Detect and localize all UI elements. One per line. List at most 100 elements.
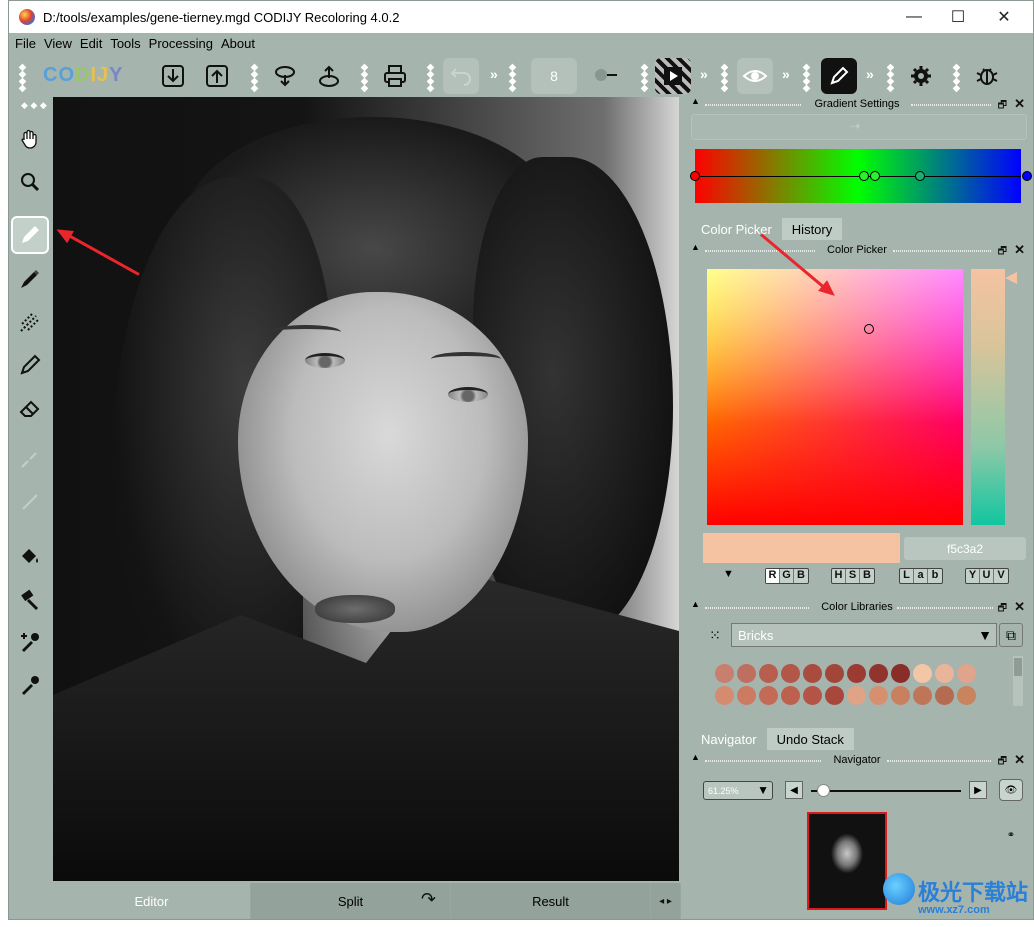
close-panel-icon[interactable]: ✕ [1014,752,1025,768]
print-button[interactable] [377,58,413,94]
library-color-swatch[interactable] [935,664,954,683]
close-button[interactable]: ✕ [981,1,1027,33]
library-color-swatch[interactable] [913,686,932,705]
library-color-swatch[interactable] [803,686,822,705]
pencil-tool-button[interactable] [11,216,49,254]
menu-about[interactable]: About [221,36,255,51]
collapse-icon[interactable]: ▲ [691,599,700,609]
toolbar-grip-icon[interactable]: ◆ ◆ ◆ ◆ [949,63,963,94]
grayed-pen-tool-button[interactable] [11,440,49,478]
brush-size-slider-knob[interactable] [595,69,607,81]
gradient-apply-icon[interactable]: ⇢ [850,119,860,133]
eye-icon[interactable]: 👁 [999,779,1023,801]
library-color-swatch[interactable] [957,686,976,705]
eraser-tool-button[interactable] [11,389,49,427]
toolbar-grip-icon[interactable]: ◆ ◆ ◆ ◆ [717,63,731,94]
library-color-swatch[interactable] [825,686,844,705]
hex-value-field[interactable]: f5c3a2 [904,537,1026,560]
tab-undo-stack[interactable]: Undo Stack [766,728,854,750]
float-icon[interactable]: 🗗 [998,244,1007,261]
expand-down-icon[interactable]: ▼ [723,568,734,580]
library-color-swatch[interactable] [935,686,954,705]
mode-yuv[interactable]: YUV [965,568,1009,584]
library-scrollbar[interactable] [1013,656,1023,706]
library-color-swatch[interactable] [759,686,778,705]
float-icon[interactable]: 🗗 [998,754,1007,771]
library-color-swatch[interactable] [847,686,866,705]
link-icon[interactable]: ⚭ [999,824,1023,846]
float-icon[interactable]: 🗗 [998,601,1007,618]
gradient-stop-red[interactable] [690,171,700,181]
tab-result[interactable]: Result [451,883,651,919]
collapse-icon[interactable]: ▲ [691,242,700,252]
fill-bucket-tool-button[interactable] [11,537,49,575]
thin-pen-tool-button[interactable] [11,346,49,384]
toolbar-grip-icon[interactable]: ◆ ◆ ◆ ◆ [15,63,29,94]
toolbar-grip-icon[interactable]: ◆ ◆ ◆ ◆ [799,63,813,94]
tab-split[interactable]: Split ↷ [251,883,451,919]
library-color-swatch[interactable] [957,664,976,683]
maximize-button[interactable]: ☐ [935,1,981,33]
menu-edit[interactable]: Edit [80,36,102,51]
library-color-swatch[interactable] [825,664,844,683]
float-icon[interactable]: 🗗 [998,98,1007,115]
hammer-tool-button[interactable] [11,581,49,619]
tab-scroll-arrows-icon[interactable]: ◂ ▸ [651,883,681,919]
library-copy-icon[interactable]: ⧉ [999,623,1023,647]
dropper-tool-button[interactable] [11,666,49,704]
marker-tool-button[interactable] [11,260,49,298]
brush-size-field[interactable]: 8 [531,58,577,94]
library-color-swatch[interactable] [869,686,888,705]
toolbar-chevron-icon[interactable]: » [700,66,708,82]
pattern-brush-tool-button[interactable] [11,303,49,341]
play-recolor-button[interactable] [655,58,691,94]
save-ribbon-button[interactable] [311,58,347,94]
collapse-icon[interactable]: ▲ [691,752,700,762]
tab-history[interactable]: History [781,218,843,240]
gradient-stop-blue[interactable] [1022,171,1032,181]
toolbar-grip-icon[interactable]: ◆ ◆ ◆ ◆ [357,63,371,94]
zoom-in-icon[interactable]: ▶ [969,781,987,799]
library-color-swatch[interactable] [891,664,910,683]
gradient-stop-green-b[interactable] [870,171,880,181]
collapse-icon[interactable]: ▲ [691,96,700,106]
library-select[interactable]: Bricks ▼ [731,623,997,647]
menu-processing[interactable]: Processing [149,36,213,51]
close-panel-icon[interactable]: ✕ [1014,242,1025,258]
library-color-swatch[interactable] [737,686,756,705]
library-color-swatch[interactable] [781,664,800,683]
swap-icon[interactable]: ↷ [421,889,436,910]
toolbar-chevron-icon[interactable]: » [866,66,874,82]
library-color-swatch[interactable] [715,664,734,683]
library-color-swatch[interactable] [715,686,734,705]
image-canvas[interactable] [53,97,679,881]
tab-color-picker[interactable]: Color Picker [691,218,782,240]
hand-tool-button[interactable] [11,120,49,158]
toolbar-chevron-icon[interactable]: » [490,66,498,82]
load-ribbon-button[interactable] [267,58,303,94]
zoom-slider-knob[interactable] [817,784,830,797]
gradient-stop-teal[interactable] [915,171,925,181]
hue-pointer[interactable] [1005,272,1017,284]
mode-rgb[interactable]: RGB [765,568,809,584]
settings-button[interactable] [903,58,939,94]
saturation-value-field[interactable] [707,269,963,525]
color-picker-cursor[interactable] [864,324,874,334]
preview-button[interactable] [737,58,773,94]
zoom-slider-track[interactable] [811,790,961,792]
navigator-thumbnail[interactable] [807,812,887,910]
library-options-icon[interactable]: ⁙ [703,623,727,647]
library-color-swatch[interactable] [847,664,866,683]
import-button[interactable] [155,58,191,94]
toolbar-grip-icon[interactable]: ◆ ◆ ◆ ◆ [505,63,519,94]
toolbar-grip-icon[interactable]: ◆ ◆ ◆ ◆ [423,63,437,94]
toolbar-chevron-icon[interactable]: » [782,66,790,82]
library-color-swatch[interactable] [759,664,778,683]
menu-file[interactable]: File [15,36,36,51]
close-panel-icon[interactable]: ✕ [1014,599,1025,615]
close-panel-icon[interactable]: ✕ [1014,96,1025,112]
debug-button[interactable] [969,58,1005,94]
mode-hsb[interactable]: HSB [831,568,875,584]
hue-strip[interactable] [971,269,1005,525]
library-color-swatch[interactable] [913,664,932,683]
